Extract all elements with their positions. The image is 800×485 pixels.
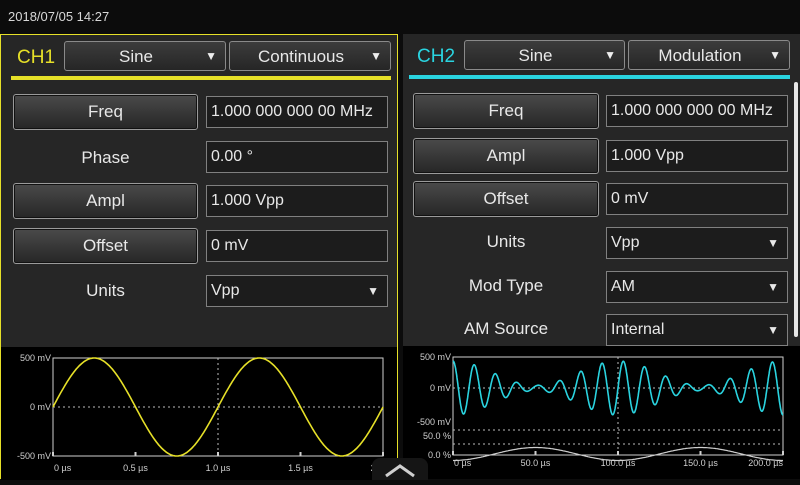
ch2-freq-field[interactable]: 1.000 000 000 00 MHz (606, 95, 788, 127)
ch1-units-select[interactable]: Vpp ▼ (206, 275, 388, 307)
ch1-units-value: Vpp (211, 282, 240, 299)
ch2-units-select[interactable]: Vpp ▼ (606, 227, 788, 259)
status-bar: 2018/07/05 14:27 (0, 0, 800, 34)
y-tick-label: -500 mV (17, 451, 51, 461)
chevron-down-icon: ▼ (767, 280, 779, 294)
chevron-down-icon: ▼ (767, 323, 779, 337)
y-tick-label: 0 mV (430, 383, 451, 393)
ch1-underline (11, 76, 391, 80)
ch2-scrollbar[interactable] (794, 82, 798, 337)
ch1-label[interactable]: CH1 (17, 47, 55, 69)
timestamp: 2018/07/05 14:27 (8, 9, 110, 24)
ch1-panel: CH1 Sine ▼ Continuous ▼ Freq 1.000 000 0… (0, 34, 398, 480)
chevron-up-icon (385, 464, 415, 478)
chevron-down-icon: ▼ (370, 49, 382, 63)
x-tick-label: 0 µs (54, 463, 72, 473)
chevron-down-icon: ▼ (205, 49, 217, 63)
y-tick-label: 0 mV (30, 402, 51, 412)
ch1-units-label: Units (86, 281, 125, 300)
ch2-waveform-plot: 500 mV 0 mV -500 mV 50.0 % 0.0 % 0 µs 50.0 µs 1… (403, 346, 800, 479)
ch2-units-value: Vpp (611, 234, 640, 251)
chevron-down-icon: ▼ (769, 48, 781, 62)
ch1-waveform-value: Sine (118, 47, 154, 66)
x-tick-label: 1.5 µs (288, 463, 313, 473)
ch2-waveform-dropdown[interactable]: Sine ▼ (464, 40, 625, 70)
ch1-ampl-button[interactable]: Ampl (13, 183, 198, 219)
ch1-waveform-svg: 500 mV0 mV-500 mV0 µs0.5 µs1.0 µs1.5 µs2… (17, 353, 396, 473)
ch1-offset-field[interactable]: 0 mV (206, 230, 388, 262)
ch2-amsource-label: AM Source (463, 319, 549, 338)
ch1-mode-dropdown[interactable]: Continuous ▼ (229, 41, 391, 71)
ch1-offset-button[interactable]: Offset (13, 228, 198, 264)
ch2-units-label: Units (486, 232, 526, 251)
ch2-panel: CH2 Sine ▼ Modulation ▼ Freq 1.000 000 0… (403, 34, 800, 479)
y-tick-label: 50.0 % (423, 431, 451, 441)
y-tick-label: -500 mV (417, 417, 451, 427)
ch1-waveform-plot: 500 mV0 mV-500 mV0 µs0.5 µs1.0 µs1.5 µs2… (1, 347, 397, 480)
x-tick-label: 0.5 µs (123, 463, 148, 473)
chevron-down-icon: ▼ (367, 284, 379, 298)
x-tick-label: 150.0 µs (683, 458, 718, 468)
ch1-phase-field[interactable]: 0.00 ° (206, 141, 388, 173)
ch2-amsource-value: Internal (611, 321, 665, 338)
plot-frame (452, 356, 784, 456)
ch2-amsource-select[interactable]: Internal ▼ (606, 314, 788, 346)
ch2-offset-button[interactable]: Offset (413, 181, 599, 217)
ch2-modtype-label: Mod Type (468, 276, 544, 295)
ch2-offset-field[interactable]: 0 mV (606, 183, 788, 215)
ch1-freq-field[interactable]: 1.000 000 000 00 MHz (206, 96, 388, 128)
y-tick-label: 500 mV (420, 352, 451, 362)
x-tick-label: 1.0 µs (206, 463, 231, 473)
ch1-waveform-dropdown[interactable]: Sine ▼ (64, 41, 226, 71)
ch2-mode-dropdown[interactable]: Modulation ▼ (628, 40, 790, 70)
ch2-waveform-value: Sine (518, 46, 553, 65)
ch2-label[interactable]: CH2 (417, 46, 455, 68)
ch2-waveform-svg: 500 mV0 mV-500 mV50.0 %0.0 %0 µs 50.0 µs 1… (417, 352, 784, 468)
chevron-down-icon: ▼ (767, 236, 779, 250)
ch2-modtype-value: AM (611, 278, 635, 295)
y-tick-label: 500 mV (20, 353, 51, 363)
ch2-modtype-select[interactable]: AM ▼ (606, 271, 788, 303)
ch1-mode-value: Continuous (257, 47, 344, 66)
chevron-down-icon: ▼ (604, 48, 616, 62)
ch1-freq-button[interactable]: Freq (13, 94, 198, 130)
ch1-ampl-field[interactable]: 1.000 Vpp (206, 185, 388, 217)
x-tick-label: 50.0 µs (521, 458, 551, 468)
ch2-ampl-button[interactable]: Ampl (413, 138, 599, 174)
expand-panel-button[interactable] (372, 458, 428, 480)
ch1-phase-label: Phase (81, 148, 130, 167)
y-tick-label: 0.0 % (428, 450, 451, 460)
ch2-mode-value: Modulation (658, 46, 742, 65)
ch2-freq-button[interactable]: Freq (413, 93, 599, 129)
ch2-underline (409, 75, 790, 79)
ch2-ampl-field[interactable]: 1.000 Vpp (606, 140, 788, 172)
